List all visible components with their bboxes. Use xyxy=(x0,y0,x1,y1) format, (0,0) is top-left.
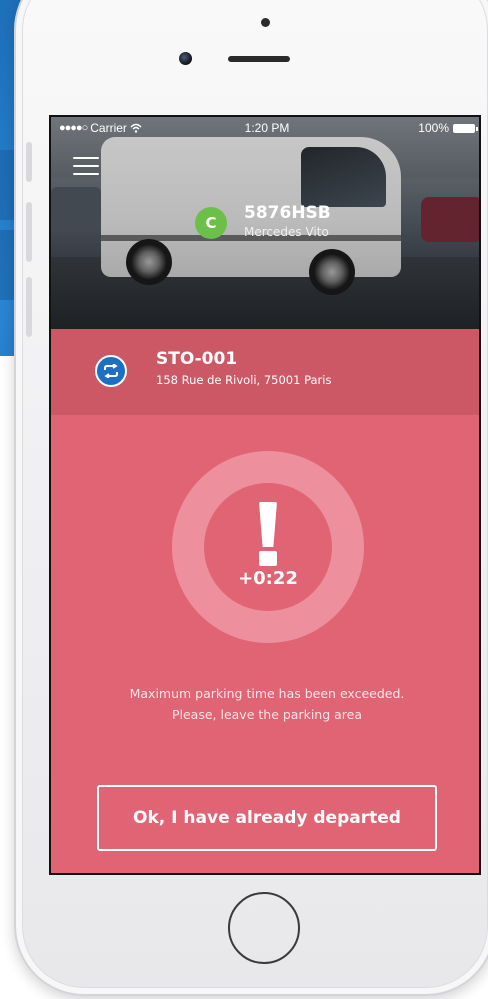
battery-percent: 100% xyxy=(418,121,449,135)
location-code: STO-001 xyxy=(156,349,238,369)
app-screen: ●●●●○ Carrier 1:20 PM 100% C 5876HSB Mer… xyxy=(49,115,481,875)
hamburger-menu-icon[interactable] xyxy=(73,157,99,177)
location-address: 158 Rue de Rivoli, 75001 Paris xyxy=(156,373,332,387)
license-plate: 5876HSB xyxy=(244,203,331,223)
vehicle-category-badge: C xyxy=(195,207,227,239)
proximity-sensor xyxy=(261,18,270,27)
status-time: 1:20 PM xyxy=(244,121,290,135)
exclamation-dot xyxy=(259,551,277,566)
vehicle-photo xyxy=(51,117,479,329)
already-departed-button[interactable]: Ok, I have already departed xyxy=(97,785,437,851)
location-bar[interactable]: STO-001 158 Rue de Rivoli, 75001 Paris xyxy=(51,329,479,415)
alert-message: Maximum parking time has been exceeded. … xyxy=(129,686,405,722)
swap-icon[interactable] xyxy=(95,355,127,387)
front-camera xyxy=(179,52,192,65)
mute-switch xyxy=(26,142,32,182)
home-button[interactable] xyxy=(228,892,300,964)
battery-icon xyxy=(453,123,478,133)
vehicle-model: Mercedes Vito xyxy=(244,225,329,239)
volume-down-button xyxy=(26,277,32,337)
earpiece-speaker xyxy=(228,56,290,62)
status-bar: ●●●●○ Carrier 1:20 PM 100% xyxy=(51,117,479,139)
volume-up-button xyxy=(26,202,32,262)
overtime-counter: +0:22 xyxy=(238,568,298,589)
